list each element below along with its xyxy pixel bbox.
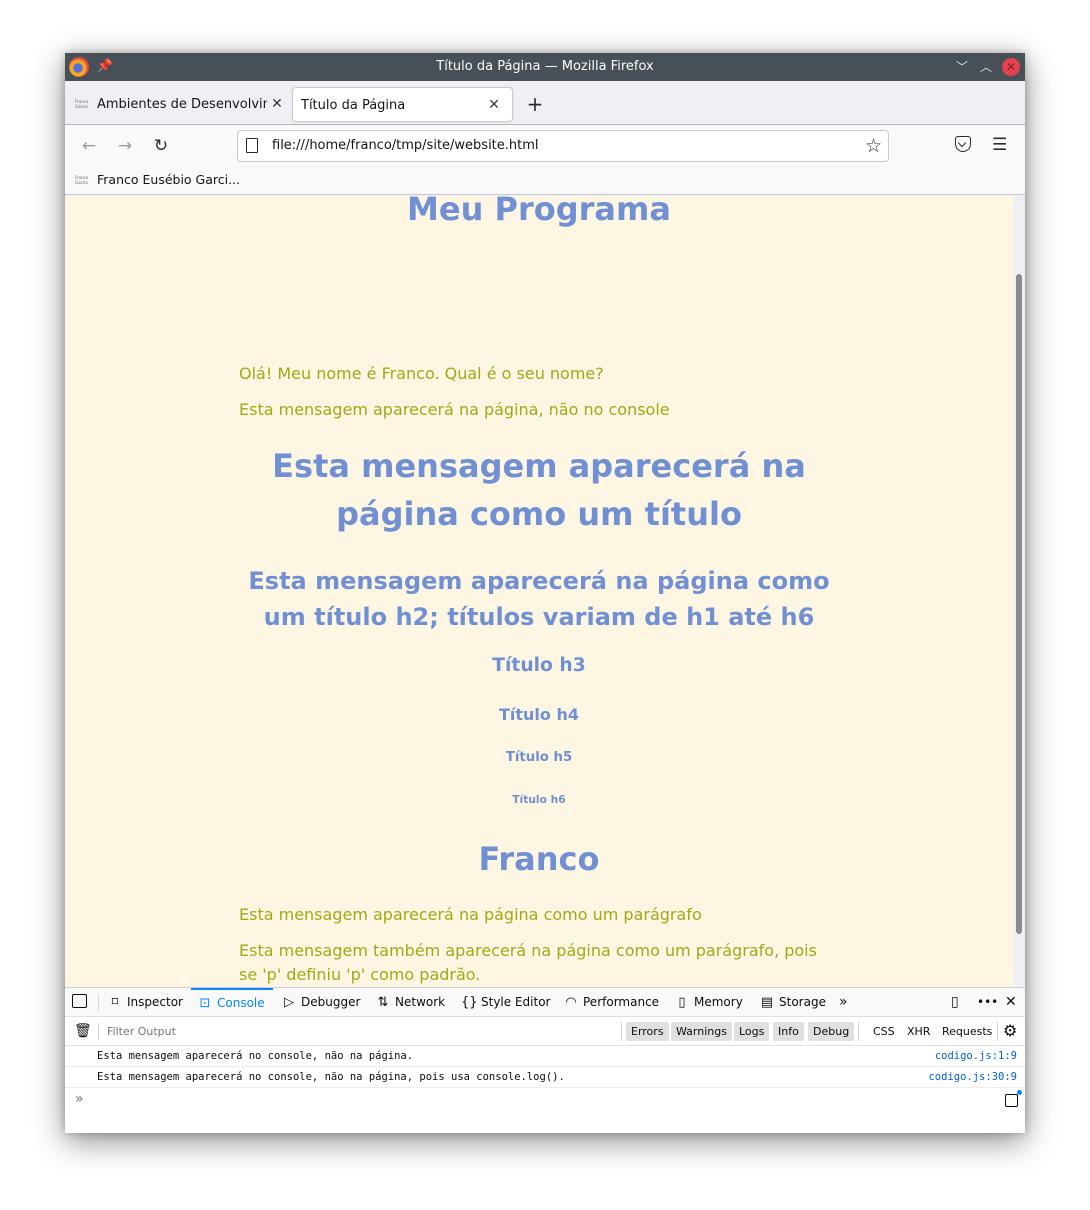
close-tab-icon[interactable]: ✕ bbox=[269, 87, 285, 122]
heading-h5: Título h5 bbox=[505, 750, 573, 765]
network-icon: ⇅ bbox=[377, 995, 389, 1010]
url-text[interactable]: file:///home/franco/tmp/site/website.htm… bbox=[272, 131, 539, 161]
bookmarks-toolbar: Franco Garcia Franco Eusébio Garci... bbox=[65, 167, 1025, 195]
filter-info-button[interactable]: Info bbox=[773, 1022, 804, 1041]
console-settings-gear-icon[interactable]: ⚙ bbox=[1003, 1021, 1017, 1040]
editor-mode-toggle-icon[interactable] bbox=[1005, 1090, 1022, 1107]
filter-xhr-button[interactable]: XHR bbox=[903, 1022, 934, 1041]
tab-label: Título da Página bbox=[301, 98, 406, 113]
filter-requests-button[interactable]: Requests bbox=[938, 1022, 996, 1041]
style-editor-icon: {} bbox=[461, 995, 478, 1010]
element-picker-icon[interactable] bbox=[72, 994, 87, 1008]
tab-label: Style Editor bbox=[481, 995, 551, 1009]
navigation-toolbar: ← → ↻ file:///home/franco/tmp/site/websi… bbox=[65, 125, 1025, 167]
paragraph-greeting: Olá! Meu nome é Franco. Qual é o seu nom… bbox=[239, 364, 604, 383]
console-log-row: Esta mensagem aparecerá no console, não … bbox=[65, 1046, 1025, 1067]
forward-button[interactable]: → bbox=[113, 134, 137, 158]
divider bbox=[621, 1022, 622, 1041]
clear-console-trash-icon[interactable]: 🗑 bbox=[74, 1023, 92, 1039]
performance-icon: ◠ bbox=[565, 995, 577, 1010]
tab-label: Network bbox=[395, 995, 446, 1009]
page-content: Meu Programa Olá! Meu nome é Franco. Qua… bbox=[65, 196, 1013, 987]
tab-label: Storage bbox=[779, 995, 826, 1009]
filter-warnings-button[interactable]: Warnings bbox=[671, 1022, 732, 1041]
devtools-tab-inspector[interactable]: ⌑ Inspector bbox=[107, 988, 183, 1017]
tab-ambientes[interactable]: FrancoGarcia Ambientes de Desenvolviment… bbox=[69, 87, 289, 122]
browser-window: 📌 Título da Página — Mozilla Firefox ﹀ ︿… bbox=[65, 53, 1025, 1133]
page-scrollbar[interactable] bbox=[1013, 196, 1025, 987]
paragraph-1: Esta mensagem aparecerá na página como u… bbox=[239, 905, 702, 924]
close-window-button[interactable]: ✕ bbox=[1002, 58, 1020, 76]
tab-label: Memory bbox=[694, 995, 743, 1009]
new-tab-button[interactable]: + bbox=[525, 92, 545, 116]
devtools-tab-storage[interactable]: ▤ Storage bbox=[759, 988, 826, 1017]
devtools-panel: ⌑ Inspector ⊡ Console ▷ Debugger ⇅ Network {… bbox=[65, 987, 1025, 1133]
tab-label: Performance bbox=[583, 995, 660, 1009]
console-filter-bar: 🗑 Errors Warnings Logs Info Debug CSS XH… bbox=[65, 1017, 1025, 1046]
console-input-prompt[interactable]: » bbox=[75, 1091, 84, 1107]
maximize-button[interactable]: ︿ bbox=[977, 58, 995, 76]
page-heading-meu-programa: Meu Programa bbox=[407, 196, 671, 228]
close-tab-icon[interactable]: ✕ bbox=[486, 88, 502, 123]
tab-label: Ambientes de Desenvolvimento bbox=[97, 97, 267, 112]
log-source-link[interactable]: codigo.js:1:9 bbox=[935, 1046, 1017, 1066]
heading-h6: Título h6 bbox=[512, 793, 566, 806]
divider bbox=[858, 1022, 859, 1041]
console-icon: ⊡ bbox=[199, 996, 211, 1011]
tab-label: Inspector bbox=[127, 995, 183, 1009]
bookmark-label: Franco Eusébio Garci... bbox=[97, 172, 241, 187]
tab-label: Debugger bbox=[301, 995, 361, 1009]
devtools-tab-network[interactable]: ⇅ Network bbox=[375, 988, 446, 1017]
heading-h2: Esta mensagem aparecerá na página como u… bbox=[248, 567, 830, 631]
console-log-row: Esta mensagem aparecerá no console, não … bbox=[65, 1067, 1025, 1088]
filter-logs-button[interactable]: Logs bbox=[734, 1022, 770, 1041]
pocket-icon[interactable] bbox=[955, 136, 971, 152]
filter-css-button[interactable]: CSS bbox=[869, 1022, 899, 1041]
devtools-tab-style-editor[interactable]: {} Style Editor bbox=[461, 988, 550, 1017]
bookmark-star-icon[interactable]: ☆ bbox=[865, 133, 882, 159]
hamburger-menu-icon[interactable]: ☰ bbox=[992, 134, 1007, 156]
devtools-tab-console[interactable]: ⊡ Console bbox=[191, 988, 273, 1017]
tab-titulo-da-pagina[interactable]: Título da Página ✕ bbox=[292, 87, 513, 122]
divider bbox=[98, 1023, 99, 1040]
reload-button[interactable]: ↻ bbox=[149, 134, 173, 158]
back-button[interactable]: ← bbox=[77, 134, 101, 158]
paragraph-2: Esta mensagem também aparecerá na página… bbox=[239, 941, 817, 984]
tab-label: Console bbox=[217, 996, 265, 1010]
log-message: Esta mensagem aparecerá no console, não … bbox=[97, 1071, 565, 1083]
page-icon bbox=[246, 138, 258, 153]
devtools-tab-memory[interactable]: ▯ Memory bbox=[674, 988, 743, 1017]
franco-garcia-favicon-icon: Franco Garcia bbox=[75, 99, 89, 109]
tab-strip: FrancoGarcia Ambientes de Desenvolviment… bbox=[65, 81, 1025, 125]
dock-side-icon[interactable]: ▯ bbox=[951, 988, 959, 1017]
debugger-icon: ▷ bbox=[284, 995, 294, 1010]
more-tools-chevron-icon[interactable]: » bbox=[839, 988, 848, 1017]
log-message: Esta mensagem aparecerá no console, não … bbox=[97, 1050, 414, 1062]
devtools-toolbar: ⌑ Inspector ⊡ Console ▷ Debugger ⇅ Network {… bbox=[65, 988, 1025, 1017]
filter-output-input[interactable] bbox=[107, 1022, 407, 1041]
heading-h3: Título h3 bbox=[492, 655, 586, 676]
url-bar[interactable]: file:///home/franco/tmp/site/website.htm… bbox=[237, 130, 889, 162]
filter-debug-button[interactable]: Debug bbox=[808, 1022, 855, 1041]
heading-h4: Título h4 bbox=[498, 705, 579, 724]
devtools-tab-performance[interactable]: ◠ Performance bbox=[563, 988, 659, 1017]
divider bbox=[997, 1022, 998, 1041]
heading-h1: Esta mensagem aparecerá na página como u… bbox=[272, 447, 806, 533]
devtools-tab-debugger[interactable]: ▷ Debugger bbox=[281, 988, 360, 1017]
heading-name: Franco bbox=[478, 840, 600, 878]
minimize-button[interactable]: ﹀ bbox=[953, 58, 971, 76]
close-devtools-icon[interactable]: ✕ bbox=[1005, 988, 1017, 1017]
filter-errors-button[interactable]: Errors bbox=[626, 1022, 669, 1041]
memory-icon: ▯ bbox=[678, 995, 686, 1010]
divider bbox=[98, 994, 99, 1011]
window-title: Título da Página — Mozilla Firefox bbox=[436, 59, 654, 74]
title-bar: 📌 Título da Página — Mozilla Firefox ﹀ ︿… bbox=[65, 53, 1025, 81]
franco-garcia-favicon-icon: Franco Garcia bbox=[75, 175, 89, 185]
storage-icon: ▤ bbox=[760, 995, 774, 1010]
more-options-icon[interactable]: ••• bbox=[977, 988, 998, 1017]
inspector-icon: ⌑ bbox=[111, 995, 119, 1010]
paragraph-page-message: Esta mensagem aparecerá na página, não n… bbox=[239, 400, 670, 419]
scrollbar-thumb[interactable] bbox=[1016, 274, 1022, 934]
log-source-link[interactable]: codigo.js:30:9 bbox=[928, 1067, 1017, 1087]
